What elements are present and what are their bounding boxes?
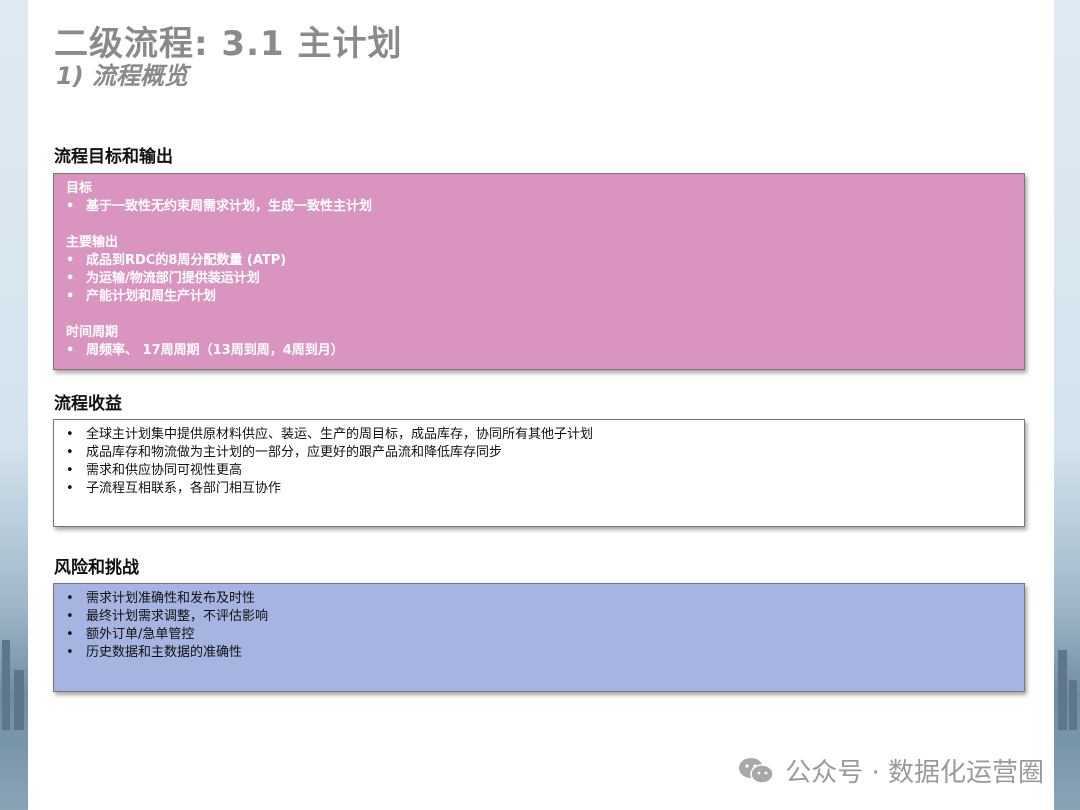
list-item: 为运输/物流部门提供装运计划 bbox=[66, 270, 1012, 288]
building-shape bbox=[1069, 680, 1077, 730]
goals-box: 目标 基于一致性无约束周需求计划，生成一致性主计划 主要输出 成品到RDC的8周… bbox=[53, 173, 1025, 370]
watermark: 公众号 · 数据化运营圈 bbox=[737, 752, 1044, 789]
goal-group: 目标 基于一致性无约束周需求计划，生成一致性主计划 bbox=[66, 180, 1012, 216]
slide: 二级流程: 3.1 主计划 1) 流程概览 流程目标和输出 目标 基于一致性无约… bbox=[28, 0, 1054, 810]
list-item: 最终计划需求调整，不评估影响 bbox=[66, 608, 1012, 626]
list-item: 需求计划准确性和发布及时性 bbox=[66, 590, 1012, 608]
list-item: 历史数据和主数据的准确性 bbox=[66, 644, 1012, 662]
section-heading-goals: 流程目标和输出 bbox=[54, 147, 173, 167]
list-item: 产能计划和周生产计划 bbox=[66, 288, 1012, 306]
output-group: 主要输出 成品到RDC的8周分配数量 (ATP) 为运输/物流部门提供装运计划 … bbox=[66, 234, 1012, 306]
section-heading-benefits: 流程收益 bbox=[54, 394, 122, 414]
period-group: 时间周期 周频率、 17周周期（13周到周，4周到月） bbox=[66, 324, 1012, 360]
watermark-text: 公众号 · 数据化运营圈 bbox=[785, 758, 1044, 788]
list-item: 全球主计划集中提供原材料供应、装运、生产的周目标，成品库存，协同所有其他子计划 bbox=[66, 426, 1012, 444]
wechat-icon bbox=[739, 757, 774, 784]
risks-box: 需求计划准确性和发布及时性 最终计划需求调整，不评估影响 额外订单/急单管控 历… bbox=[53, 583, 1025, 692]
list-item: 成品库存和物流做为主计划的一部分，应更好的跟产品流和降低库存同步 bbox=[66, 444, 1012, 462]
group-heading: 时间周期 bbox=[66, 325, 119, 340]
background-left-strip bbox=[0, 0, 28, 810]
background-right-strip bbox=[1054, 0, 1080, 810]
list-item: 额外订单/急单管控 bbox=[66, 626, 1012, 644]
group-heading: 目标 bbox=[66, 181, 93, 196]
list-item: 子流程互相联系，各部门相互协作 bbox=[66, 480, 1012, 498]
list-item: 成品到RDC的8周分配数量 (ATP) bbox=[66, 252, 1012, 270]
page-subtitle: 1) 流程概览 bbox=[56, 62, 189, 90]
building-shape bbox=[14, 670, 24, 730]
building-shape bbox=[1058, 650, 1067, 730]
group-heading: 主要输出 bbox=[66, 235, 119, 250]
section-heading-risks: 风险和挑战 bbox=[54, 558, 139, 578]
building-shape bbox=[2, 640, 10, 730]
benefits-box: 全球主计划集中提供原材料供应、装运、生产的周目标，成品库存，协同所有其他子计划 … bbox=[53, 419, 1025, 527]
list-item: 周频率、 17周周期（13周到周，4周到月） bbox=[66, 342, 1012, 360]
list-item: 基于一致性无约束周需求计划，生成一致性主计划 bbox=[66, 198, 1012, 216]
list-item: 需求和供应协同可视性更高 bbox=[66, 462, 1012, 480]
